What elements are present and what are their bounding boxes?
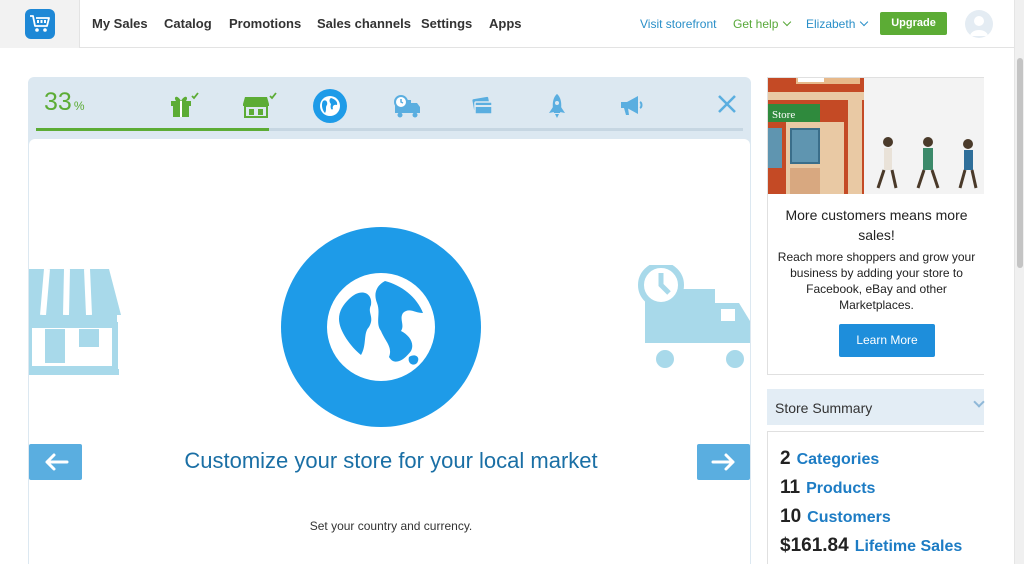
step-storefront[interactable] [243, 91, 279, 121]
delivery-truck-icon [394, 95, 420, 118]
arrow-left-icon [45, 453, 69, 471]
step-launch[interactable] [544, 91, 580, 121]
stat-products: 11 Products [780, 477, 875, 499]
products-link[interactable]: Products [806, 480, 875, 497]
chevron-down-icon [860, 17, 869, 27]
chevron-down-icon [973, 396, 985, 408]
wizard-step-card: Customize your store for your local mark… [29, 139, 750, 564]
logo-area [0, 0, 80, 48]
stat-value: 11 [780, 477, 801, 498]
ecwid-cart-logo-icon[interactable] [25, 9, 55, 39]
store-summary-panel: 2 Categories 11 Products 10 Customers $161.… [767, 431, 984, 564]
visit-storefront-link[interactable]: Visit storefront [640, 17, 716, 31]
step-title: Customize your store for your local mark… [184, 448, 598, 473]
get-help-label: Get help [733, 17, 779, 31]
next-step-button[interactable] [697, 444, 750, 480]
scrollbar-thumb[interactable] [1017, 58, 1023, 268]
chevron-down-icon [783, 17, 792, 27]
step-subtitle: Set your country and currency. [309, 519, 473, 533]
get-help-menu[interactable]: Get help [733, 17, 792, 31]
stat-value: 10 [780, 506, 802, 527]
upgrade-button[interactable]: Upgrade [880, 12, 947, 35]
step-globe[interactable] [313, 89, 347, 123]
delivery-truck-icon [638, 265, 750, 372]
marketplaces-promo-card: Store More customers means more sales! R… [767, 77, 984, 375]
nav-apps[interactable]: Apps [489, 16, 522, 31]
step-delivery[interactable] [393, 91, 429, 121]
nav-catalog[interactable]: Catalog [164, 16, 212, 31]
step-gift[interactable] [168, 91, 204, 121]
megaphone-icon [621, 96, 643, 115]
progress-value: 33 [44, 88, 72, 116]
lifetime-sales-link[interactable]: Lifetime Sales [855, 538, 963, 555]
onboarding-wizard: 33% Customize your store for your local … [28, 77, 751, 564]
customers-link[interactable]: Customers [807, 509, 891, 526]
arrow-right-icon [711, 453, 735, 471]
store-illustration: Store [768, 78, 984, 194]
page-scrollbar[interactable] [1014, 0, 1024, 564]
stat-lifetime-sales: $161.84 Lifetime Sales [780, 535, 962, 557]
stat-value: 2 [780, 448, 791, 469]
learn-more-button[interactable]: Learn More [839, 324, 935, 357]
store-sign-text: Store [772, 109, 795, 121]
globe-illustration [281, 227, 481, 427]
stat-value: $161.84 [780, 535, 849, 556]
rocket-icon [549, 94, 565, 118]
gift-icon [171, 92, 199, 117]
user-name: Elizabeth [806, 17, 856, 31]
avatar[interactable] [965, 10, 993, 38]
store-summary-title: Store Summary [775, 400, 873, 416]
nav-settings[interactable]: Settings [421, 16, 472, 31]
progress-unit: % [73, 99, 85, 113]
nav-promotions[interactable]: Promotions [229, 16, 301, 31]
promo-title: More customers means more sales! [785, 207, 968, 243]
progress-bar [36, 128, 743, 131]
user-menu[interactable]: Elizabeth [806, 17, 869, 31]
store-summary-header[interactable]: Store Summary [767, 389, 985, 425]
categories-link[interactable]: Categories [797, 451, 880, 468]
progress-percent: 33% [44, 88, 84, 117]
storefront-icon [243, 92, 277, 118]
progress-bar-fill [36, 128, 270, 131]
step-payment[interactable] [469, 91, 505, 121]
storefront-icon [29, 268, 121, 375]
globe-icon [327, 273, 435, 381]
credit-card-icon [472, 96, 493, 115]
nav-my-sales[interactable]: My Sales [92, 16, 148, 31]
nav-sales-channels[interactable]: Sales channels [317, 16, 411, 31]
user-silhouette-icon [970, 16, 988, 36]
close-icon[interactable] [716, 93, 738, 115]
stat-customers: 10 Customers [780, 506, 891, 528]
previous-step-button[interactable] [29, 444, 82, 480]
stat-categories: 2 Categories [780, 448, 879, 470]
top-navigation-bar: My Sales Catalog Promotions Sales channe… [0, 0, 1024, 48]
promo-body: Reach more shoppers and grow your busine… [777, 250, 976, 312]
globe-icon [313, 89, 347, 123]
step-marketing[interactable] [618, 91, 654, 121]
